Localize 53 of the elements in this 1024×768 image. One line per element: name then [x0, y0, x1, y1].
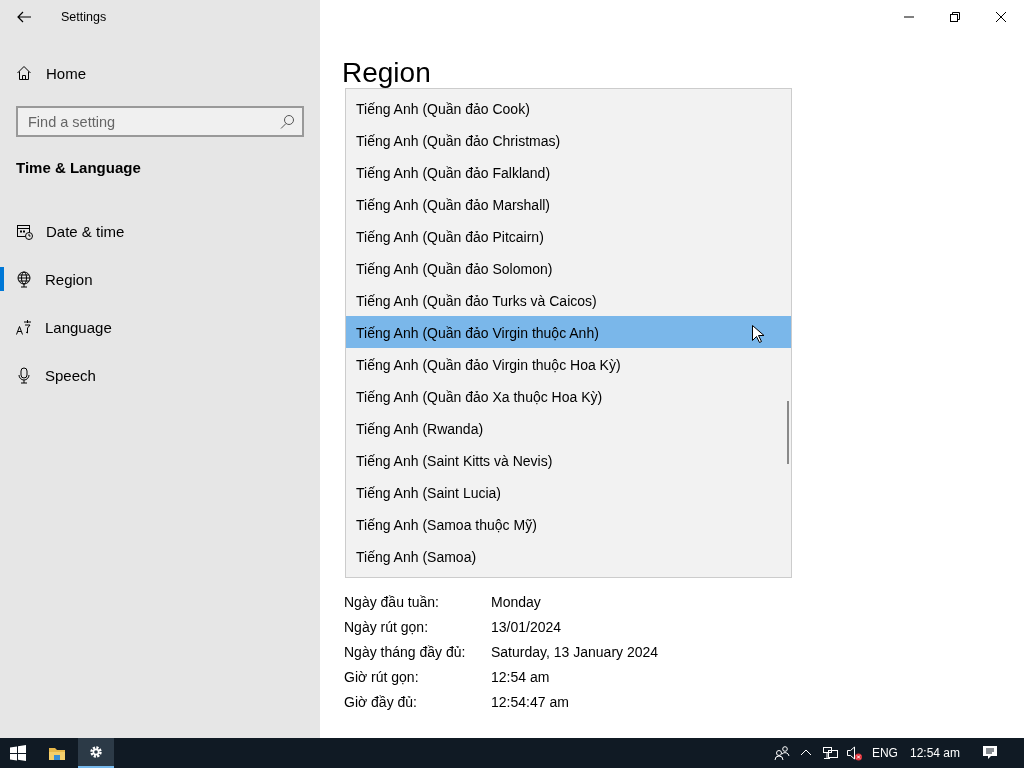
calendar-clock-icon: [16, 222, 33, 240]
gear-icon: [88, 744, 104, 760]
dropdown-option[interactable]: Tiếng Anh (Samoa): [346, 540, 791, 572]
format-label: Ngày đầu tuần:: [344, 593, 440, 612]
globe-icon: [16, 270, 32, 288]
format-label: Ngày tháng đầy đủ:: [344, 643, 467, 662]
nav-item[interactable]: Date & time: [0, 207, 320, 255]
microphone-icon: [16, 366, 32, 384]
people-icon: [773, 745, 790, 761]
dropdown-option[interactable]: Tiếng Anh (Quần đảo Christmas): [346, 124, 791, 156]
format-label: Giờ đầy đủ:: [344, 693, 418, 712]
taskbar-app-button[interactable]: [78, 738, 114, 768]
page-title: Region: [342, 56, 431, 90]
dropdown-option[interactable]: Tiếng Anh (Samoa thuộc Mỹ): [346, 508, 791, 540]
mouse-cursor-icon: [752, 325, 765, 344]
input-language-button[interactable]: ENG: [865, 738, 904, 768]
dropdown-option[interactable]: Tiếng Anh (Quần đảo Xa thuộc Hoa Kỳ): [346, 380, 791, 412]
dropdown-option[interactable]: Tiếng Anh (Quần đảo Pitcairn): [346, 220, 791, 252]
format-value: 12:54:47 am: [491, 693, 570, 712]
dropdown-option[interactable]: Tiếng Anh (Quần đảo Virgin thuộc Hoa Kỳ): [346, 348, 791, 380]
nav-item[interactable]: Language: [0, 303, 320, 351]
dropdown-option[interactable]: Tiếng Anh (Rwanda): [346, 412, 791, 444]
format-label: Giờ rút gọn:: [344, 668, 420, 687]
dropdown-option[interactable]: Tiếng Anh (Quần đảo Falkland): [346, 156, 791, 188]
home-item[interactable]: Home: [16, 53, 86, 93]
volume-muted-icon: [845, 745, 862, 761]
clock-button[interactable]: 12:54 am: [903, 738, 966, 768]
format-value: 12:54 am: [491, 668, 551, 687]
dropdown-option[interactable]: Tiếng Anh (Saint Kitts và Nevis): [346, 444, 791, 476]
scrollbar-thumb[interactable]: [787, 401, 789, 464]
dropdown-option[interactable]: Tiếng Anh (Quần đảo Marshall): [346, 188, 791, 220]
format-value: 13/01/2024: [491, 618, 563, 637]
search-field[interactable]: Find a setting: [16, 106, 304, 137]
section-heading: Time & Language: [16, 159, 141, 178]
notification-icon: [982, 745, 998, 761]
home-icon: [16, 65, 32, 81]
search-icon: [280, 114, 295, 129]
format-value: Saturday, 13 January 2024: [491, 643, 659, 662]
nav-item[interactable]: Speech: [0, 351, 320, 399]
network-icon: [821, 745, 838, 761]
language-icon: [16, 318, 32, 336]
dropdown-option[interactable]: Tiếng Anh (Quần đảo Virgin thuộc Anh): [346, 316, 791, 348]
dropdown-option[interactable]: Tiếng Anh (Quần đảo Solomon): [346, 252, 791, 284]
restore-icon: [950, 11, 960, 22]
dropdown-option[interactable]: Tiếng Anh (Quần đảo Turks và Caicos): [346, 284, 791, 316]
close-icon: [996, 11, 1006, 22]
format-value: Monday: [491, 593, 542, 612]
nav-item[interactable]: Region: [0, 255, 320, 303]
dropdown-option[interactable]: Tiếng Anh (Saint Lucia): [346, 476, 791, 508]
format-label: Ngày rút gọn:: [344, 618, 430, 637]
windows-logo-icon: [10, 745, 26, 761]
dropdown-option[interactable]: Tiếng Anh (Quần đảo Cook): [346, 92, 791, 124]
window-title: Settings: [61, 9, 107, 24]
